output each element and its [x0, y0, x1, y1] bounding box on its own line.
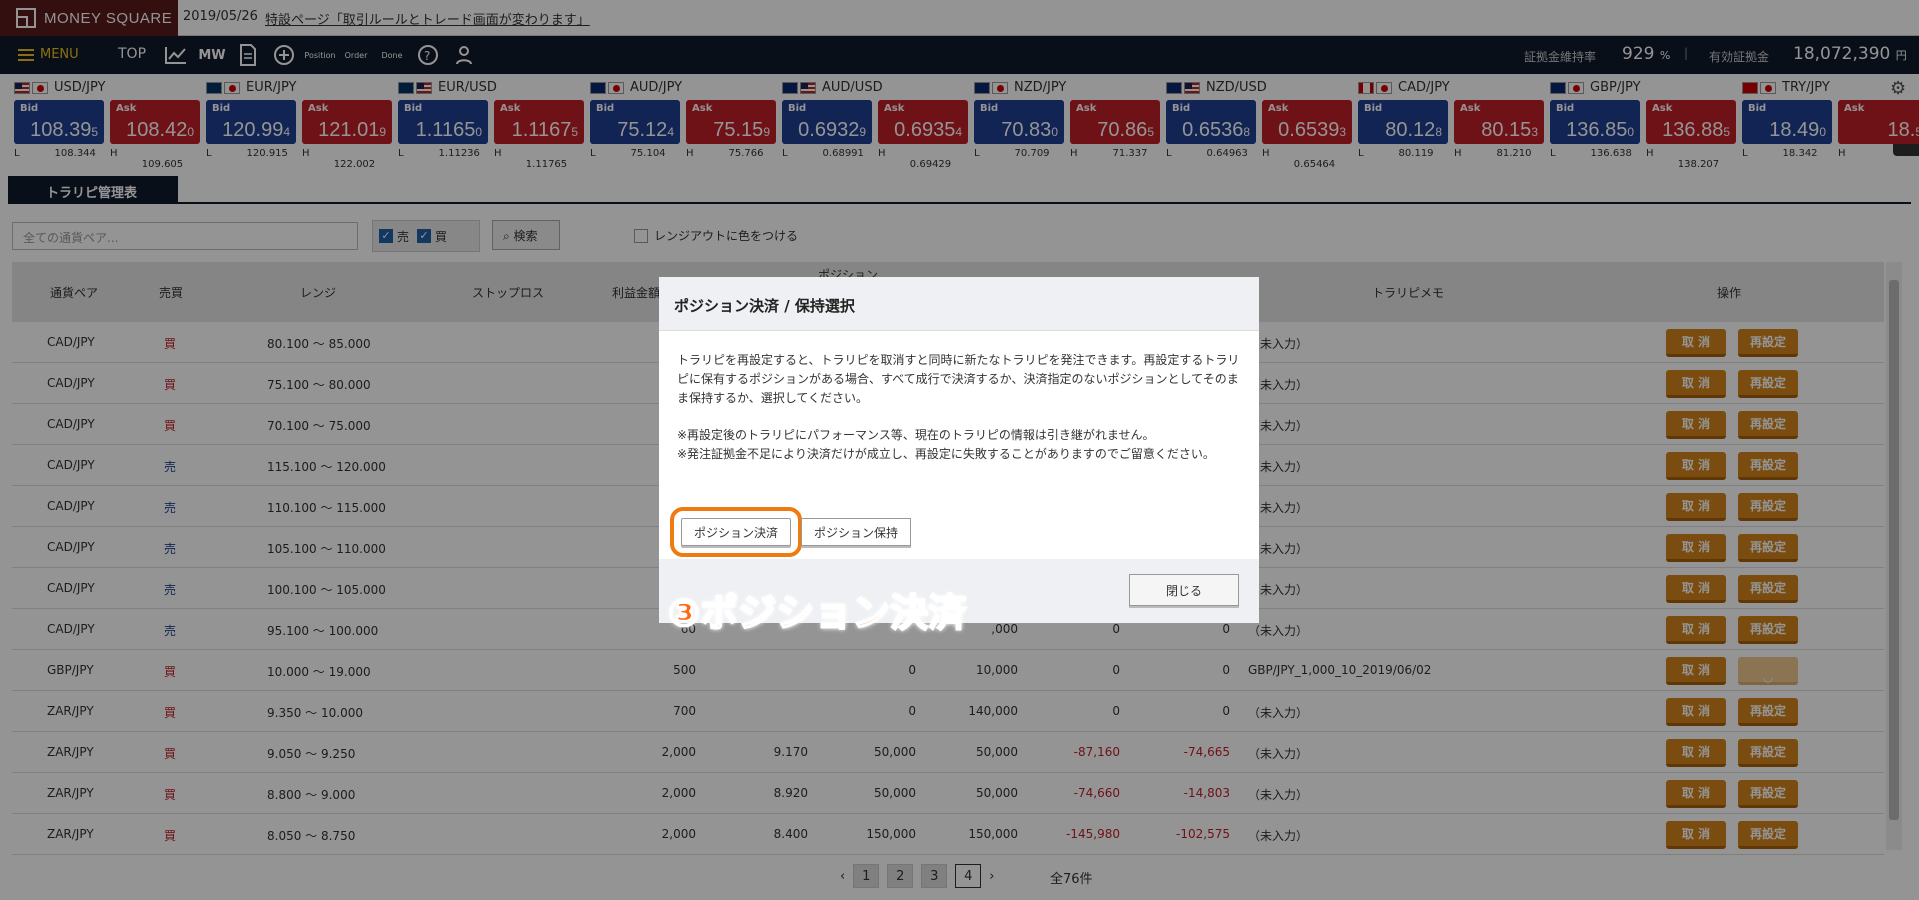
step-annotation: ③ポジション決済	[667, 590, 967, 636]
close-button[interactable]: 閉じる	[1129, 574, 1239, 606]
dialog-body: トラリピを再設定すると、トラリピを取消すと同時に新たなトラリピを発注できます。再…	[659, 331, 1259, 464]
dialog-title: ポジション決済 / 保持選択	[659, 277, 1259, 331]
dialog-note: ※再設定後のトラリピにパフォーマンス等、現在のトラリピの情報は引き継がれません。	[677, 428, 1155, 442]
dialog-note: ※発注証拠金不足により決済だけが成立し、再設定に失敗することがありますのでご留意…	[677, 447, 1215, 461]
dialog-actions: ポジション決済 ポジション保持	[669, 507, 912, 557]
keep-position-button[interactable]: ポジション保持	[801, 518, 912, 546]
position-settle-dialog: ポジション決済 / 保持選択 トラリピを再設定すると、トラリピを取消すと同時に新…	[659, 277, 1259, 623]
dialog-text: トラリピを再設定すると、トラリピを取消すと同時に新たなトラリピを発注できます。再…	[677, 353, 1240, 405]
settle-position-button[interactable]: ポジション決済	[669, 507, 803, 557]
